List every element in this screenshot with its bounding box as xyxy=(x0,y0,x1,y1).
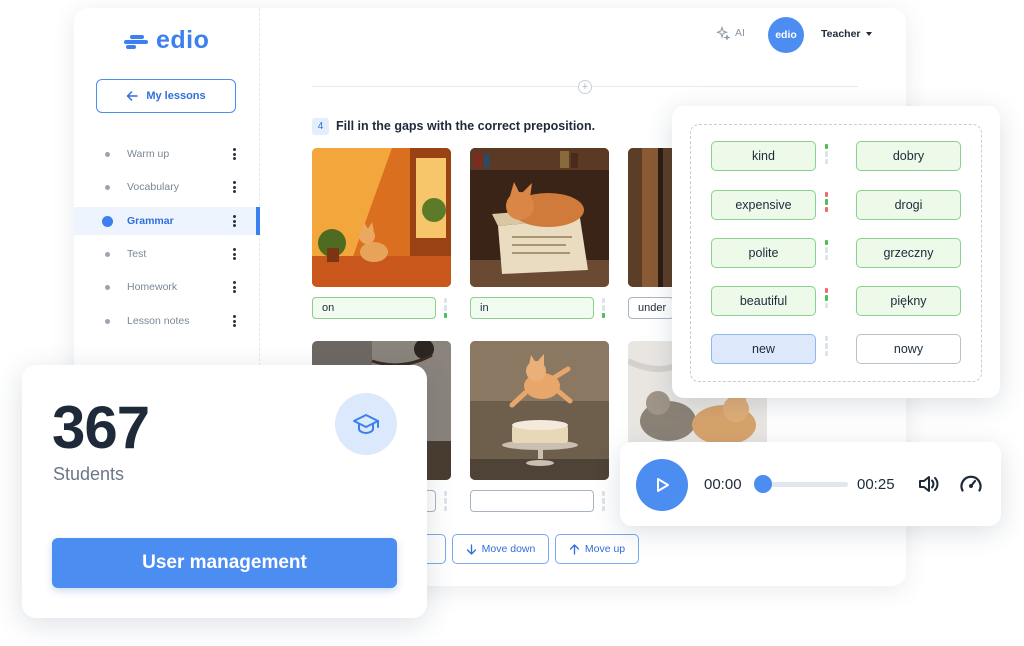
match-score-meter xyxy=(825,240,828,260)
sidebar-item-label: Vocabulary xyxy=(127,181,179,193)
match-score-meter xyxy=(825,144,828,164)
match-score-meter xyxy=(825,192,828,212)
match-word-right[interactable]: grzeczny xyxy=(856,238,961,268)
more-vertical-icon[interactable] xyxy=(233,215,236,227)
progress-handle[interactable] xyxy=(754,475,772,493)
arrow-up-icon xyxy=(569,543,580,555)
my-lessons-button[interactable]: My lessons xyxy=(96,79,236,113)
cat-in-box-photo xyxy=(470,148,609,287)
match-score-meter xyxy=(825,336,828,356)
sidebar-item-vocabulary[interactable]: Vocabulary xyxy=(74,173,260,201)
add-section-icon[interactable]: + xyxy=(578,80,592,94)
user-management-button[interactable]: User management xyxy=(52,538,397,588)
arrow-left-icon xyxy=(127,91,139,101)
chevron-down-icon xyxy=(865,32,872,36)
match-word-left[interactable]: beautiful xyxy=(711,286,816,316)
students-count: 367 xyxy=(52,394,150,461)
answer-field[interactable]: in xyxy=(470,297,594,319)
current-time: 00:00 xyxy=(704,476,742,493)
more-vertical-icon[interactable] xyxy=(233,281,236,293)
question-number: 4 xyxy=(312,118,329,135)
sidebar-item-label: Warm up xyxy=(127,148,170,160)
progress-track[interactable] xyxy=(762,482,848,487)
question-instruction: Fill in the gaps with the correct prepos… xyxy=(336,119,596,133)
move-down-button[interactable]: Move down xyxy=(452,534,549,564)
ai-label: AI xyxy=(735,27,745,39)
move-down-label: Move down xyxy=(481,543,536,555)
more-vertical-icon[interactable] xyxy=(233,148,236,160)
match-word-left[interactable]: polite xyxy=(711,238,816,268)
answer-score-meter xyxy=(444,298,447,318)
play-icon xyxy=(657,478,669,492)
match-word-left[interactable]: new xyxy=(711,334,816,364)
match-word-left[interactable]: expensive xyxy=(711,190,816,220)
sidebar-item-label: Test xyxy=(127,248,147,260)
sidebar-item-grammar[interactable]: Grammar xyxy=(74,207,260,235)
move-up-button[interactable]: Move up xyxy=(555,534,639,564)
duration: 00:25 xyxy=(857,476,895,493)
logo-text: edio xyxy=(156,26,210,54)
role-dropdown[interactable]: Teacher xyxy=(821,28,872,40)
sidebar-item-label: Grammar xyxy=(127,215,174,227)
playback-speed-icon[interactable] xyxy=(959,473,983,500)
ai-button[interactable]: AI xyxy=(716,26,745,40)
sidebar-item-label: Homework xyxy=(127,281,178,293)
bullet-icon xyxy=(105,251,110,257)
answer-score-meter xyxy=(444,491,447,511)
audio-player: 00:00 00:25 xyxy=(620,442,1001,526)
sidebar-item-lesson-notes[interactable]: Lesson notes xyxy=(74,307,260,335)
avatar[interactable]: edio xyxy=(768,17,804,53)
answer-score-meter xyxy=(602,491,605,511)
logo[interactable]: edio xyxy=(124,26,209,55)
move-up-label: Move up xyxy=(584,543,626,555)
match-score-meter xyxy=(825,288,828,308)
cat-on-windowsill-photo xyxy=(312,148,451,287)
bullet-icon xyxy=(105,151,110,157)
cat-jumping-over-cake-photo xyxy=(470,341,609,480)
students-stat-card: 367 Students User management xyxy=(22,365,427,618)
answer-field[interactable]: on xyxy=(312,297,436,319)
bullet-icon xyxy=(102,215,113,227)
sparkle-icon xyxy=(716,26,730,40)
sidebar-item-test[interactable]: Test xyxy=(74,240,260,268)
play-button[interactable] xyxy=(636,459,688,511)
sidebar-item-homework[interactable]: Homework xyxy=(74,273,260,301)
more-vertical-icon[interactable] xyxy=(233,181,236,193)
graduation-cap-icon xyxy=(335,393,397,455)
more-vertical-icon[interactable] xyxy=(233,248,236,260)
my-lessons-label: My lessons xyxy=(146,90,206,102)
bullet-icon xyxy=(105,284,110,290)
answer-score-meter xyxy=(602,298,605,318)
sidebar-item-label: Lesson notes xyxy=(127,315,190,327)
logo-icon xyxy=(124,34,150,49)
match-word-left[interactable]: kind xyxy=(711,141,816,171)
arrow-down-icon xyxy=(466,543,476,555)
answer-field[interactable] xyxy=(470,490,594,512)
role-label: Teacher xyxy=(821,28,861,40)
bullet-icon xyxy=(105,184,110,190)
match-word-right[interactable]: piękny xyxy=(856,286,961,316)
more-vertical-icon[interactable] xyxy=(233,315,236,327)
match-word-right[interactable]: dobry xyxy=(856,141,961,171)
word-matching-card: kind dobry expensive drogi polite grzecz… xyxy=(672,106,1000,398)
sidebar-item-warm-up[interactable]: Warm up xyxy=(74,140,260,168)
answer-field[interactable]: under xyxy=(628,297,674,319)
students-label: Students xyxy=(53,464,125,484)
volume-icon[interactable] xyxy=(918,474,940,499)
bullet-icon xyxy=(105,318,110,324)
match-word-right[interactable]: nowy xyxy=(856,334,961,364)
match-word-right[interactable]: drogi xyxy=(856,190,961,220)
